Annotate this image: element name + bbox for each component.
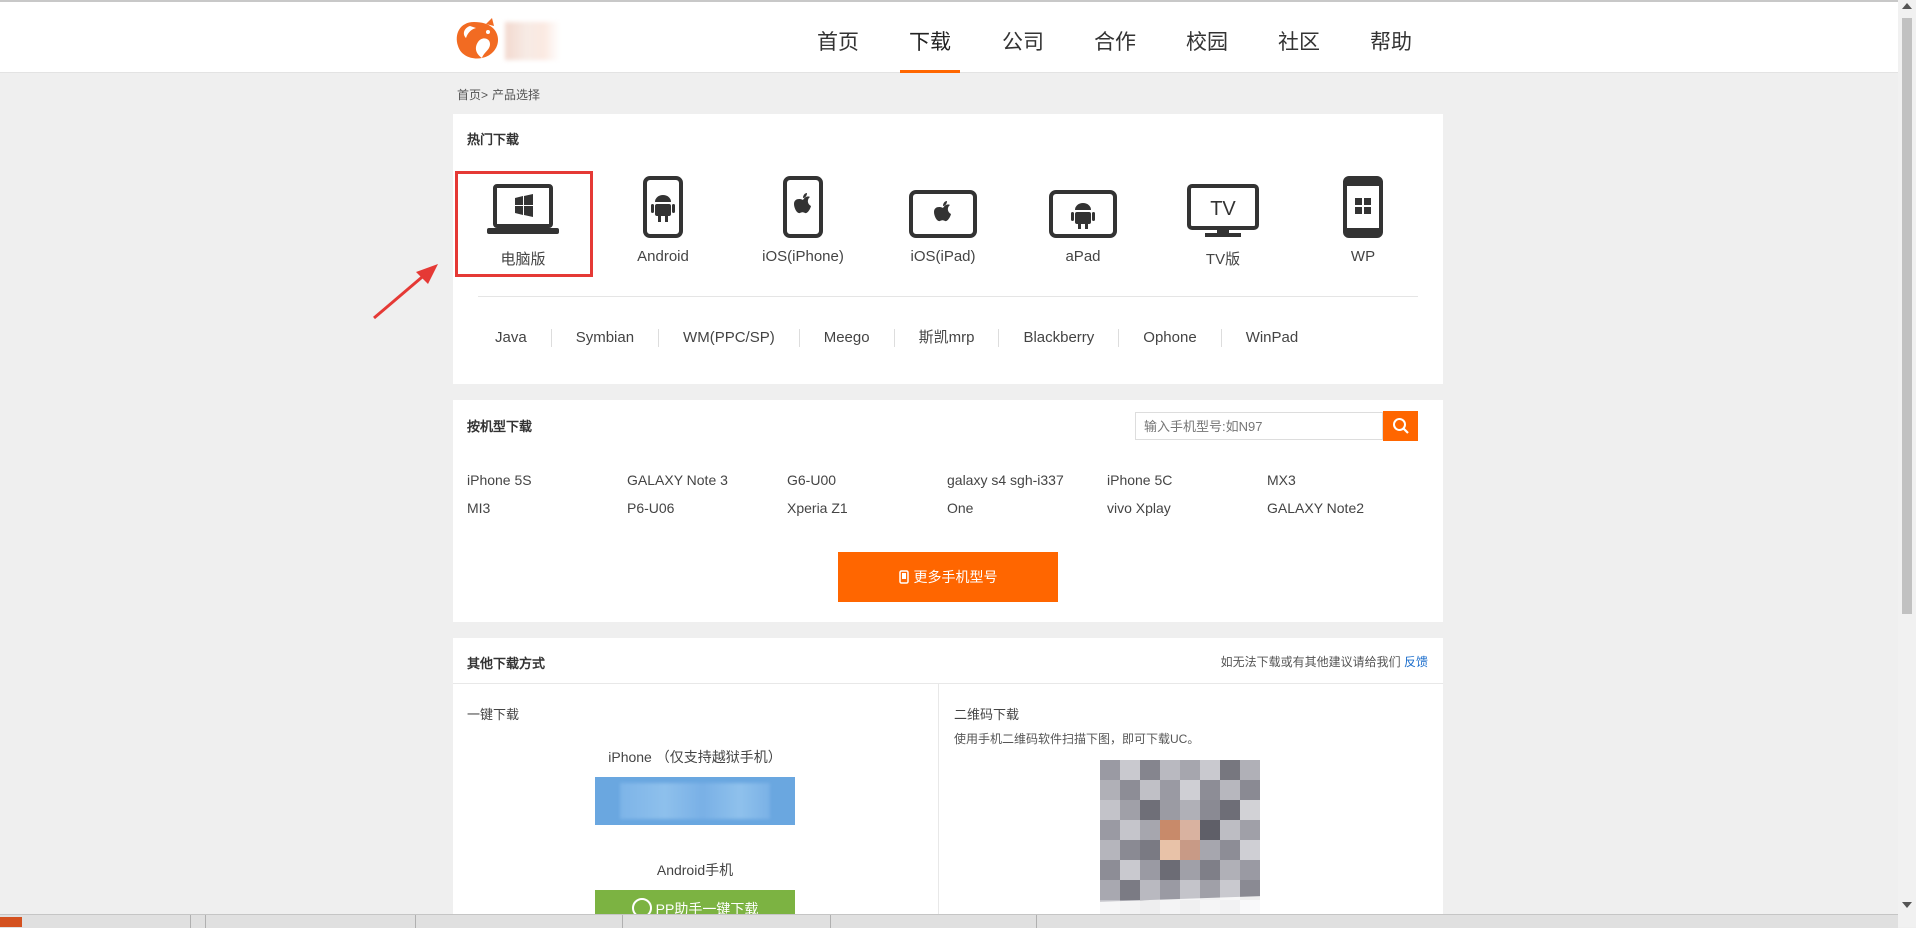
breadcrumb: 首页> 产品选择 bbox=[457, 86, 544, 103]
android-phone-icon bbox=[598, 172, 728, 238]
feedback-line: 如无法下载或有其他建议请给我们 反馈 bbox=[1220, 653, 1428, 669]
model-link[interactable]: MX3 bbox=[1267, 472, 1296, 488]
taskbar-separator bbox=[190, 915, 191, 928]
android-tablet-icon bbox=[1018, 172, 1148, 238]
model-link[interactable]: iPhone 5C bbox=[1107, 472, 1172, 488]
iphone-download-button[interactable] bbox=[595, 777, 795, 825]
platform-tv-label: TV版 bbox=[1205, 251, 1241, 268]
platform-android[interactable]: Android bbox=[598, 172, 728, 265]
nav-home[interactable]: 首页 bbox=[803, 26, 873, 56]
platform-android-label: Android bbox=[637, 248, 689, 265]
platform-ios-iphone[interactable]: iOS(iPhone) bbox=[738, 172, 868, 265]
ipad-apple-icon bbox=[878, 172, 1008, 238]
other-column-divider bbox=[938, 684, 939, 927]
platform-ios-ipad[interactable]: iOS(iPad) bbox=[878, 172, 1008, 265]
os-link-blackberry[interactable]: Blackberry bbox=[998, 329, 1118, 347]
other-divider bbox=[453, 683, 1443, 684]
scroll-down-arrow-icon[interactable] bbox=[1902, 902, 1912, 908]
platform-wp[interactable]: WP bbox=[1298, 172, 1428, 265]
model-link[interactable]: GALAXY Note 3 bbox=[627, 472, 728, 488]
nav-help[interactable]: 帮助 bbox=[1356, 26, 1426, 56]
logo-text-blurred bbox=[505, 22, 560, 60]
annotation-highlight-box bbox=[455, 171, 593, 277]
qr-title: 二维码下载 bbox=[954, 707, 1020, 722]
scroll-up-arrow-icon[interactable] bbox=[1902, 3, 1912, 9]
os-link-mrp[interactable]: 斯凯mrp bbox=[893, 329, 999, 347]
model-link[interactable]: vivo Xplay bbox=[1107, 500, 1171, 516]
iphone-label: iPhone （仅支持越狱手机） bbox=[608, 749, 782, 765]
platform-apad-label: aPad bbox=[1065, 248, 1101, 265]
taskbar-separator bbox=[415, 915, 416, 928]
platform-wp-label: WP bbox=[1350, 248, 1376, 265]
model-link[interactable]: G6-U00 bbox=[787, 472, 836, 488]
taskbar-separator bbox=[1036, 915, 1037, 928]
more-models-button[interactable]: 更多手机型号 bbox=[838, 552, 1058, 602]
breadcrumb-home[interactable]: 首页> bbox=[457, 88, 488, 102]
model-link[interactable]: galaxy s4 sgh-i337 bbox=[947, 472, 1064, 488]
page-scrollbar[interactable] bbox=[1898, 0, 1916, 927]
model-link[interactable]: iPhone 5S bbox=[467, 472, 532, 488]
one-click-title: 一键下载 bbox=[467, 707, 520, 722]
platform-ios-ipad-label: iOS(iPad) bbox=[910, 248, 976, 265]
iphone-button-blurred bbox=[620, 783, 770, 819]
hot-divider bbox=[478, 296, 1418, 297]
site-header: 首页 下载 公司 合作 校园 社区 帮助 bbox=[0, 2, 1898, 73]
annotation-arrow-icon bbox=[373, 264, 438, 320]
model-link[interactable]: Xperia Z1 bbox=[787, 500, 848, 516]
phone-icon bbox=[898, 570, 909, 584]
os-link-winpad[interactable]: WinPad bbox=[1220, 329, 1323, 347]
os-link-java[interactable]: Java bbox=[478, 329, 551, 347]
breadcrumb-current: 产品选择 bbox=[492, 88, 541, 102]
os-link-wm[interactable]: WM(PPC/SP) bbox=[658, 329, 799, 347]
taskbar-app-icon[interactable] bbox=[0, 917, 22, 927]
tv-icon: TV bbox=[1158, 172, 1288, 238]
scrollbar-thumb[interactable] bbox=[1902, 18, 1912, 614]
other-download-title: 其他下载方式 bbox=[467, 656, 546, 671]
os-link-symbian[interactable]: Symbian bbox=[550, 329, 658, 347]
model-link[interactable]: MI3 bbox=[467, 500, 490, 516]
os-link-ophone[interactable]: Ophone bbox=[1118, 329, 1220, 347]
os-link-meego[interactable]: Meego bbox=[798, 329, 894, 347]
model-search-input[interactable] bbox=[1135, 412, 1383, 440]
tv-icon-text: TV bbox=[1210, 198, 1236, 220]
taskbar-separator bbox=[205, 915, 206, 928]
feedback-text: 如无法下载或有其他建议请给我们 bbox=[1220, 655, 1401, 669]
qr-description: 使用手机二维码软件扫描下图，即可下载UC。 bbox=[954, 732, 1200, 746]
platform-ios-iphone-label: iOS(iPhone) bbox=[762, 248, 844, 265]
model-link[interactable]: One bbox=[947, 500, 973, 516]
nav-cooperation[interactable]: 合作 bbox=[1080, 26, 1150, 56]
nav-company[interactable]: 公司 bbox=[988, 26, 1058, 56]
feedback-link[interactable]: 反馈 bbox=[1404, 655, 1428, 669]
model-link[interactable]: GALAXY Note2 bbox=[1267, 500, 1364, 516]
android-label: Android手机 bbox=[656, 862, 734, 878]
model-link[interactable]: P6-U06 bbox=[627, 500, 674, 516]
windows-phone-icon bbox=[1298, 172, 1428, 238]
model-search-button[interactable] bbox=[1383, 411, 1418, 441]
nav-download[interactable]: 下载 bbox=[895, 26, 965, 56]
platform-tv[interactable]: TV TV版 bbox=[1158, 172, 1288, 269]
bottom-taskbar bbox=[0, 914, 1898, 928]
nav-community[interactable]: 社区 bbox=[1264, 26, 1334, 56]
nav-active-indicator bbox=[900, 70, 960, 73]
iphone-apple-icon bbox=[738, 172, 868, 238]
more-models-label: 更多手机型号 bbox=[913, 569, 998, 585]
platform-apad[interactable]: aPad bbox=[1018, 172, 1148, 265]
nav-campus[interactable]: 校园 bbox=[1172, 26, 1242, 56]
other-os-links: Java Symbian WM(PPC/SP) Meego 斯凯mrp Blac… bbox=[478, 329, 1322, 347]
hot-downloads-title: 热门下载 bbox=[467, 132, 520, 147]
search-icon bbox=[1392, 418, 1409, 434]
taskbar-separator bbox=[830, 915, 831, 928]
taskbar-separator bbox=[622, 915, 623, 928]
model-download-title: 按机型下载 bbox=[467, 419, 533, 434]
